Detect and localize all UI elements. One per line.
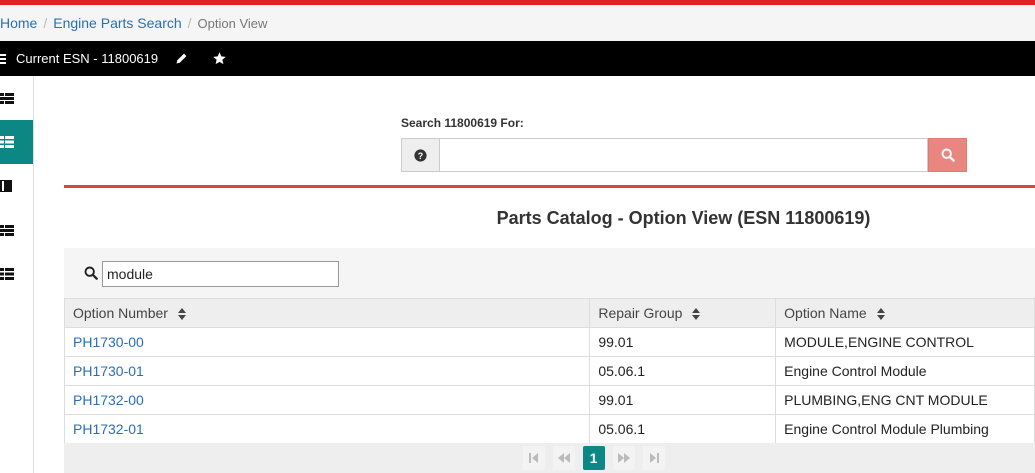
last-page-button[interactable] [642,446,665,470]
table-row: PH1730-01 05.06.1 Engine Control Module [63,356,1035,386]
search-button[interactable] [928,138,967,172]
table-header-row: Option Number Repair Group Option Name [63,298,1035,328]
repair-group-cell: 05.06.1 [589,414,777,444]
list-icon [0,136,14,148]
repair-group-cell: 99.01 [589,327,777,357]
option-name-cell: PLUMBING,ENG CNT MODULE [775,385,1035,415]
table-row: PH1732-00 99.01 PLUMBING,ENG CNT MODULE [63,385,1035,415]
breadcrumb-home-link[interactable]: Home [0,15,37,31]
sidebar-item-detail-list-2[interactable] [0,208,33,252]
breadcrumb: Home / Engine Parts Search / Option View [0,5,1035,41]
list-detail-icon [0,93,14,104]
filter-input[interactable] [102,261,339,287]
option-number-link[interactable]: PH1732-01 [73,421,144,437]
sort-icon [876,308,885,321]
table-row: PH1730-00 99.01 MODULE,ENGINE CONTROL [63,327,1035,357]
search-help-button[interactable]: ? [401,138,439,172]
search-icon [941,148,955,162]
current-esn-bar: Current ESN - 11800619 [0,41,1035,76]
page-button-current[interactable]: 1 [582,446,605,470]
option-number-link[interactable]: PH1730-00 [73,334,144,350]
column-header-option-number[interactable]: Option Number [63,298,591,328]
breadcrumb-engine-parts-search-link[interactable]: Engine Parts Search [53,15,181,31]
previous-page-icon [557,453,570,463]
breadcrumb-current: Option View [197,15,268,31]
sidebar [0,76,34,473]
breadcrumb-separator: / [43,15,48,31]
panel-title: Parts Catalog - Option View (ESN 1180061… [496,207,871,228]
next-page-button[interactable] [612,446,635,470]
hamburger-icon[interactable] [0,52,8,66]
option-number-link[interactable]: PH1730-01 [73,363,144,379]
table-row: PH1732-01 05.06.1 Engine Control Module … [63,414,1035,444]
list-icon [0,268,14,280]
option-number-link[interactable]: PH1732-00 [73,392,144,408]
repair-group-cell: 05.06.1 [589,356,777,386]
options-table: Option Number Repair Group Option Name P… [63,298,1035,444]
list-detail-icon [0,225,14,236]
sort-icon [177,308,186,321]
sidebar-item-book[interactable] [0,164,33,208]
sort-icon [692,308,701,321]
last-page-icon [649,453,659,463]
search-label: Search 11800619 For: [401,116,524,130]
next-page-icon [617,453,630,463]
star-icon[interactable] [210,50,228,68]
first-page-icon [528,453,538,463]
current-esn-label: Current ESN - 11800619 [16,51,159,66]
search-input[interactable] [439,138,928,172]
pagination: 1 [64,443,1035,473]
question-circle-icon: ? [414,148,427,162]
option-name-cell: MODULE,ENGINE CONTROL [775,327,1035,357]
option-name-cell: Engine Control Module [775,356,1035,386]
svg-text:?: ? [418,150,423,160]
pencil-icon[interactable] [172,50,190,68]
first-page-button[interactable] [522,446,545,470]
book-icon [0,180,12,192]
search-group: ? [401,138,967,172]
column-header-repair-group[interactable]: Repair Group [589,298,777,328]
filter-bar [64,248,1035,298]
search-icon [84,266,98,280]
sidebar-item-detail-list[interactable] [0,76,33,120]
repair-group-cell: 99.01 [589,385,777,415]
previous-page-button[interactable] [552,446,575,470]
breadcrumb-separator: / [187,15,192,31]
panel-title-bar: Parts Catalog - Option View (ESN 1180061… [64,188,1035,248]
sidebar-item-option-view[interactable] [0,120,33,164]
column-header-option-name[interactable]: Option Name [775,298,1035,328]
option-name-cell: Engine Control Module Plumbing [775,414,1035,444]
sidebar-item-list[interactable] [0,252,33,296]
